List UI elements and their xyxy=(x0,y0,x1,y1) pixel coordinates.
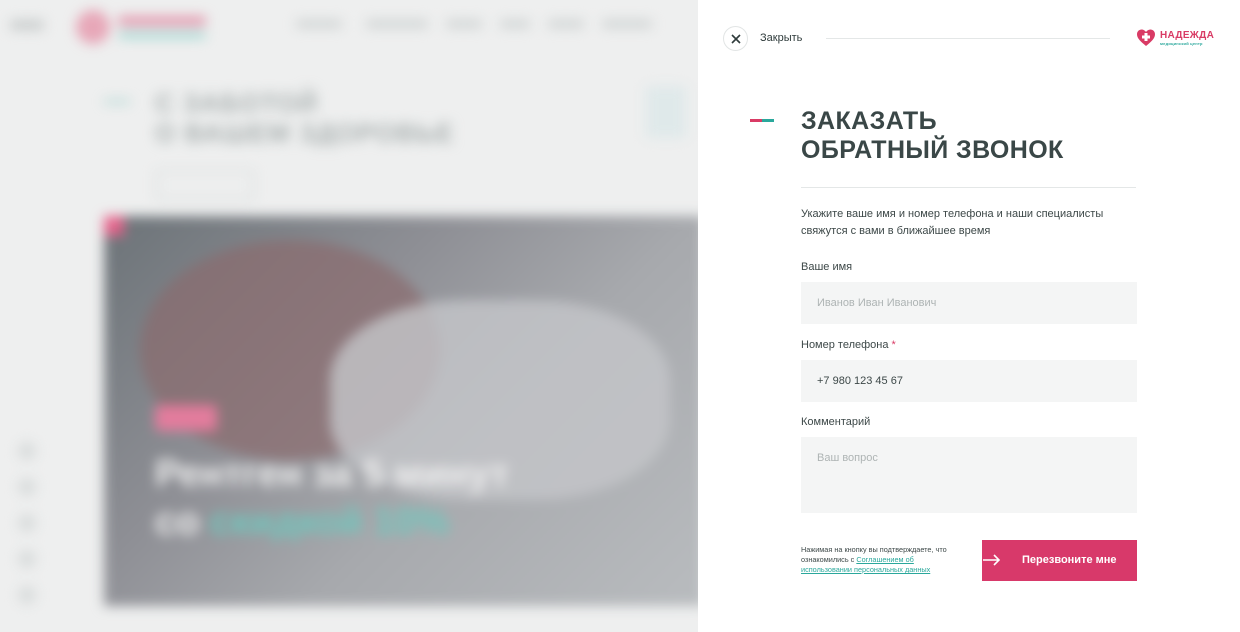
bg-nav-item xyxy=(602,20,652,28)
heart-cross-icon xyxy=(1137,29,1155,46)
close-label[interactable]: Закрыть xyxy=(760,32,802,44)
submit-button[interactable]: Перезвоните мне xyxy=(982,540,1137,581)
comment-label: Комментарий xyxy=(801,416,871,428)
title-divider xyxy=(801,187,1136,188)
bg-card xyxy=(646,86,686,138)
close-button[interactable] xyxy=(723,26,748,51)
bg-hero-title: Рентген за 5 минут со скидкой 10% xyxy=(155,450,509,546)
bg-nav-item xyxy=(366,20,428,28)
title-line1: ЗАКАЗАТЬ xyxy=(801,107,937,135)
consent-text: Нажимая на кнопку вы подтверждаете, что … xyxy=(801,545,961,575)
required-mark: * xyxy=(891,339,896,351)
bg-nav-item xyxy=(500,20,530,28)
social-icon xyxy=(18,442,36,460)
bg-nav-item xyxy=(446,20,482,28)
social-icon xyxy=(18,586,36,604)
logo-subtitle: медицинский центр xyxy=(1160,40,1203,46)
phone-label-text: Номер телефона xyxy=(801,339,889,351)
bg-hero-corner xyxy=(104,216,124,236)
name-input[interactable] xyxy=(801,282,1137,324)
phone-input[interactable] xyxy=(801,360,1137,402)
phone-label: Номер телефона * xyxy=(801,339,896,351)
title-line2: ОБРАТНЫЙ ЗВОНОК xyxy=(801,136,1064,164)
bg-nav-item xyxy=(548,20,584,28)
social-icon xyxy=(18,514,36,532)
header-divider xyxy=(826,38,1110,39)
bg-hero-badge xyxy=(155,405,217,431)
bg-heading-line2: О ВАШЕМ ЗДОРОВЬЕ xyxy=(155,118,455,148)
social-icon xyxy=(18,550,36,568)
logo-name: НАДЕЖДА xyxy=(1160,29,1215,41)
logo[interactable]: НАДЕЖДА медицинский центр xyxy=(1136,28,1214,48)
menu-icon xyxy=(10,20,44,30)
bg-nav-item xyxy=(296,20,342,28)
close-icon xyxy=(730,33,741,44)
bg-hero-title-prefix: со xyxy=(155,501,210,543)
bg-hero-title-line1: Рентген за 5 минут xyxy=(155,453,509,495)
comment-textarea[interactable] xyxy=(801,437,1137,513)
bg-heading-line1: С ЗАБОТОЙ xyxy=(155,88,319,118)
title-accent xyxy=(750,119,774,122)
name-label: Ваше имя xyxy=(801,261,853,273)
submit-label: Перезвоните мне xyxy=(1022,554,1117,566)
bg-hero-title-accent: скидкой 10% xyxy=(209,501,450,543)
description: Укажите ваше имя и номер телефона и наши… xyxy=(801,208,1104,237)
arrow-right-icon xyxy=(983,554,1001,566)
social-icon xyxy=(18,478,36,496)
bg-hero-title-line2: со скидкой 10% xyxy=(155,498,509,546)
bg-logo-subtext xyxy=(118,32,206,38)
bg-button xyxy=(156,170,254,200)
bg-logo-text xyxy=(118,16,206,26)
background-page: С ЗАБОТОЙ О ВАШЕМ ЗДОРОВЬЕ Рентген за 5 … xyxy=(0,0,698,632)
bg-accent-dash xyxy=(104,100,130,103)
page-title: ЗАКАЗАТЬ ОБРАТНЫЙ ЗВОНОК xyxy=(801,107,1064,165)
logo-icon xyxy=(76,10,110,44)
callback-panel: Закрыть НАДЕЖДА медицинский центр ЗАКАЗА… xyxy=(698,0,1240,632)
